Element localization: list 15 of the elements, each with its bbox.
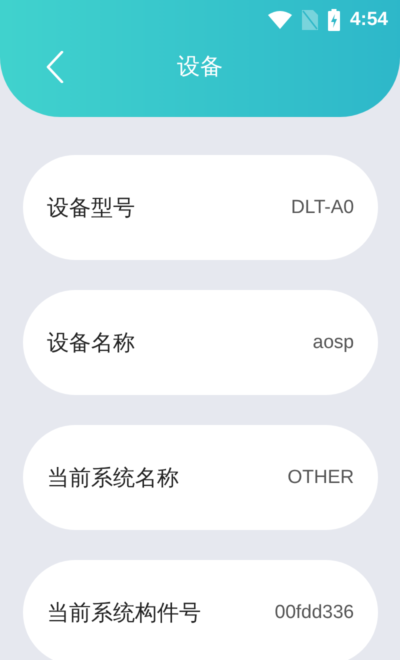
battery-charging-icon xyxy=(328,9,340,31)
row-label: 设备型号 xyxy=(47,194,135,222)
row-label: 当前系统构件号 xyxy=(47,600,201,628)
status-time: 4:54 xyxy=(350,9,388,31)
row-value: DLT-A0 xyxy=(290,196,354,218)
row-label: 当前系统名称 xyxy=(47,464,179,492)
back-chevron-icon xyxy=(46,51,64,83)
back-button[interactable] xyxy=(44,49,66,85)
no-sim-icon xyxy=(302,10,318,30)
row-label: 设备名称 xyxy=(47,330,135,358)
row-value: 00fdd336 xyxy=(274,602,354,624)
row-value: aosp xyxy=(312,332,354,354)
row-value: OTHER xyxy=(288,466,354,488)
page-title: 设备 xyxy=(177,52,223,82)
wifi-icon xyxy=(268,11,292,29)
